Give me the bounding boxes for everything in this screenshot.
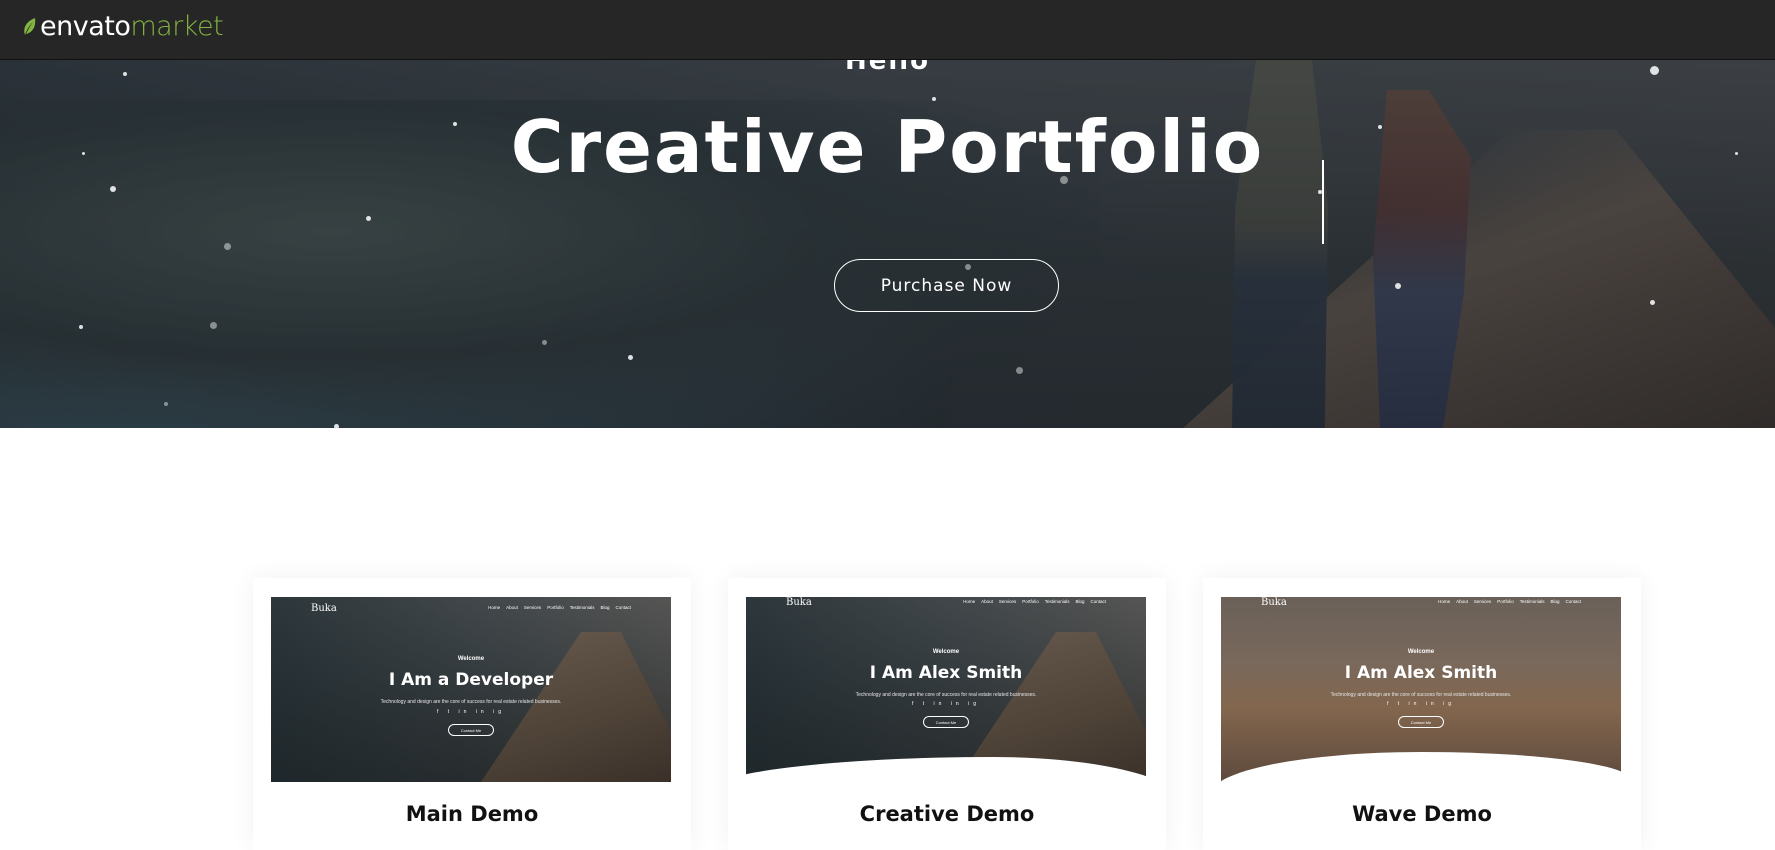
- preview-title: I Am Alex Smith: [869, 663, 1023, 683]
- preview-nav: Home About Services Portfolio Testimonia…: [963, 599, 1106, 604]
- purchase-now-button[interactable]: Purchase Now: [834, 259, 1059, 312]
- preview-brand: Buka: [786, 597, 812, 608]
- preview-welcome: Welcome: [457, 656, 485, 662]
- preview-nav-item: Testimonials: [569, 605, 595, 610]
- preview-contact-button: Contact Me: [923, 716, 969, 728]
- preview-brand: Buka: [1261, 597, 1287, 608]
- preview-nav-item: Blog: [1550, 599, 1560, 604]
- envato-market-logo[interactable]: envato market: [22, 10, 224, 42]
- logo-envato-text: envato: [40, 10, 131, 42]
- preview-subtitle: Technology and design are the core of su…: [380, 699, 562, 705]
- particle-dot: [1395, 283, 1401, 289]
- hero-hello-text: Hello: [844, 60, 931, 76]
- preview-brand: Buka: [311, 603, 337, 614]
- demo-preview-image[interactable]: Buka Home About Services Portfolio Testi…: [746, 597, 1146, 782]
- preview-nav-item: About: [1456, 599, 1468, 604]
- demo-label[interactable]: Main Demo: [253, 802, 691, 826]
- preview-nav-item: Testimonials: [1044, 599, 1070, 604]
- particle-dot: [1016, 367, 1023, 374]
- preview-nav-item: Contact: [1565, 599, 1581, 604]
- top-bar: envato market: [0, 0, 1775, 60]
- particle-dot: [164, 402, 168, 406]
- preview-nav-item: Services: [523, 605, 542, 610]
- preview-nav-item: Portfolio: [1022, 599, 1039, 604]
- logo-market-text: market: [130, 10, 224, 42]
- particle-dot: [1650, 300, 1655, 305]
- preview-background: [746, 597, 1146, 782]
- particle-dot: [932, 97, 936, 101]
- preview-nav-item: Testimonials: [1519, 599, 1545, 604]
- preview-nav-item: Contact: [615, 605, 631, 610]
- particle-dot: [542, 340, 547, 345]
- demo-preview-image[interactable]: Buka Home About Services Portfolio Testi…: [1221, 597, 1621, 782]
- preview-nav-item: Services: [1473, 599, 1492, 604]
- preview-nav-item: Home: [488, 605, 501, 610]
- preview-nav-item: Home: [963, 599, 976, 604]
- preview-title: I Am Alex Smith: [1344, 663, 1498, 683]
- preview-social-icons: f t in in ig: [911, 701, 980, 707]
- demo-label[interactable]: Creative Demo: [728, 802, 1166, 826]
- preview-contact-button: Contact Me: [448, 724, 494, 736]
- typing-cursor: [1322, 160, 1324, 244]
- preview-social-icons: f t in in ig: [1386, 701, 1455, 707]
- particle-dot: [334, 424, 339, 428]
- preview-nav-item: Portfolio: [547, 605, 564, 610]
- preview-subtitle: Technology and design are the core of su…: [1330, 692, 1512, 698]
- demo-card-wave[interactable]: Buka Home About Services Portfolio Testi…: [1203, 578, 1641, 850]
- preview-nav: Home About Services Portfolio Testimonia…: [488, 605, 631, 610]
- preview-welcome: Welcome: [932, 649, 960, 655]
- preview-contact-button: Contact Me: [1398, 716, 1444, 728]
- demo-card-main[interactable]: Buka Home About Services Portfolio Testi…: [253, 578, 691, 850]
- preview-nav-item: Portfolio: [1497, 599, 1514, 604]
- demo-preview-image[interactable]: Buka Home About Services Portfolio Testi…: [271, 597, 671, 782]
- preview-title: I Am a Developer: [388, 670, 554, 690]
- preview-social-icons: f t in in ig: [436, 709, 505, 715]
- preview-nav-item: Home: [1438, 599, 1451, 604]
- preview-nav-item: About: [506, 605, 518, 610]
- demo-label[interactable]: Wave Demo: [1203, 802, 1641, 826]
- preview-welcome: Welcome: [1407, 649, 1435, 655]
- hero-banner: Hello Creative Portfolio Purchase Now: [0, 60, 1775, 428]
- particle-dot: [79, 325, 83, 329]
- preview-nav-item: Contact: [1090, 599, 1106, 604]
- preview-nav: Home About Services Portfolio Testimonia…: [1438, 599, 1581, 604]
- particle-dot: [224, 243, 231, 250]
- particle-dot: [210, 322, 217, 329]
- leaf-icon: [24, 18, 36, 35]
- demo-card-creative[interactable]: Buka Home About Services Portfolio Testi…: [728, 578, 1166, 850]
- particle-dot: [366, 216, 371, 221]
- preview-nav-item: About: [981, 599, 993, 604]
- preview-subtitle: Technology and design are the core of su…: [855, 692, 1037, 698]
- preview-nav-item: Blog: [600, 605, 610, 610]
- preview-nav-item: Blog: [1075, 599, 1085, 604]
- particle-dot: [628, 355, 633, 360]
- hero-title: Creative Portfolio: [510, 105, 1265, 189]
- preview-nav-item: Services: [998, 599, 1017, 604]
